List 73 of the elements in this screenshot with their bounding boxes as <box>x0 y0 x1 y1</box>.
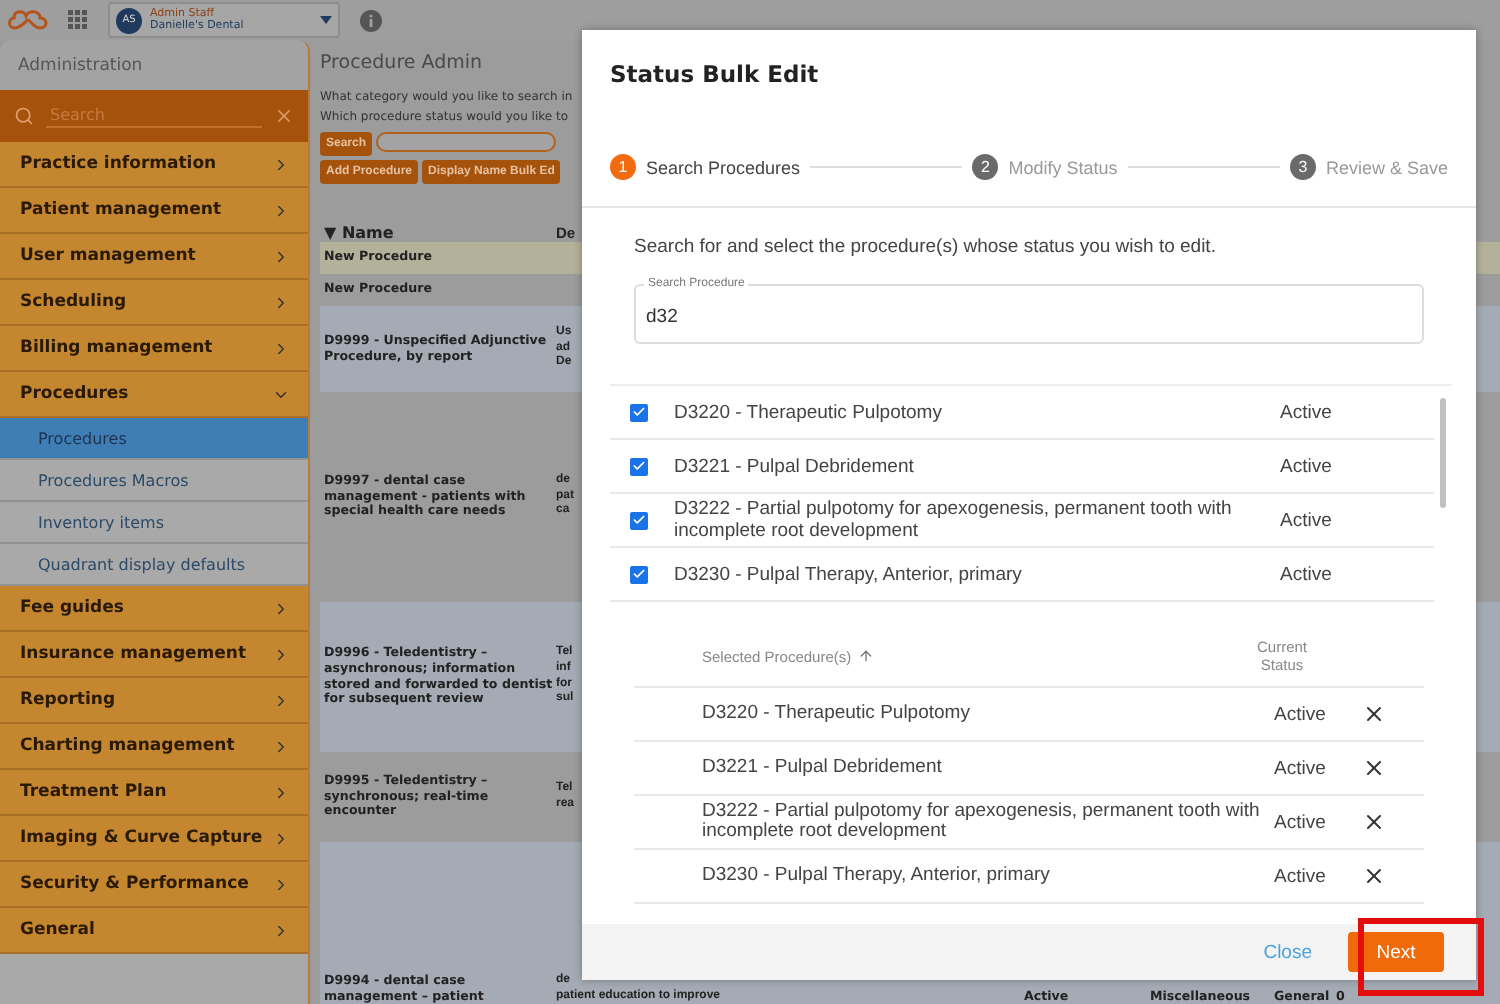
chevron-right-icon <box>272 691 290 709</box>
chevron-right-icon <box>272 875 290 893</box>
result-label: D3220 - Therapeutic Pulpotomy <box>674 401 944 423</box>
info-icon[interactable] <box>360 9 382 31</box>
search-input[interactable]: d32 <box>646 304 766 328</box>
app-grid-icon[interactable] <box>68 10 88 30</box>
nav-item[interactable]: Fee guides <box>0 586 308 632</box>
logo-icon <box>8 8 48 32</box>
next-button[interactable]: Next <box>1348 932 1444 972</box>
caret-icon <box>320 16 332 24</box>
arrow-up-icon <box>857 648 874 664</box>
nav-item[interactable]: Imaging & Curve Capture <box>0 816 308 862</box>
selected-procedure: D3221 - Pulpal Debridement <box>702 758 944 778</box>
checkbox[interactable] <box>630 457 648 475</box>
scrollbar-thumb <box>1440 398 1446 508</box>
status-text: Active <box>1274 757 1328 779</box>
nav-item[interactable]: Patient management <box>0 188 308 234</box>
step-number: 1 <box>610 154 636 180</box>
nav-item[interactable]: Procedures <box>0 372 308 418</box>
chevron-right-icon <box>272 783 290 801</box>
instructions-text: Search for and select the procedure(s) whose status you wish to edit. <box>634 236 1218 258</box>
selected-procedure: D3220 - Therapeutic Pulpotomy <box>702 704 972 724</box>
status-text: Active <box>1280 401 1332 423</box>
result-label: D3230 - Pulpal Therapy, Anterior, primary <box>674 563 1024 585</box>
nav-item[interactable]: Billing management <box>0 326 308 372</box>
nav-item[interactable]: Treatment Plan <box>0 770 308 816</box>
nav-item[interactable]: Insurance management <box>0 632 308 678</box>
close-icon[interactable] <box>1362 810 1386 834</box>
status-text: Active <box>1280 563 1332 585</box>
close-icon[interactable] <box>1362 864 1386 888</box>
status-text: Active <box>1274 865 1328 887</box>
nav-item[interactable]: Charting management <box>0 724 308 770</box>
nav-item[interactable]: Practice information <box>0 142 308 188</box>
selected-procedure: D3222 - Partial pulpotomy for apexogenesis, permanent tooth with incomplete root development <box>702 802 1262 842</box>
chevron-right-icon <box>272 645 290 663</box>
page-title: Procedure Admin <box>320 52 483 74</box>
nav-item[interactable]: Security & Performance <box>0 862 308 908</box>
step-number: 2 <box>972 154 999 180</box>
nav-item[interactable]: General <box>0 908 308 954</box>
chevron-right-icon <box>272 201 290 219</box>
status-text: Active <box>1274 811 1328 833</box>
step-label: Review & Save <box>1325 157 1449 177</box>
step-number: 3 <box>1289 154 1316 180</box>
status-text: Active <box>1280 455 1332 477</box>
selected-procedure: D3230 - Pulpal Therapy, Anterior, primary <box>702 866 1052 886</box>
chevron-right-icon <box>272 293 290 311</box>
chevron-right-icon <box>272 829 290 847</box>
step-label: Modify Status <box>1008 157 1118 177</box>
chevron-right-icon <box>272 921 290 939</box>
nav-subitem[interactable]: Procedures <box>0 418 308 460</box>
checkbox[interactable] <box>630 403 648 421</box>
chevron-right-icon <box>272 599 290 617</box>
chevron-right-icon <box>272 737 290 755</box>
chevron-right-icon <box>272 339 290 357</box>
status-text: Active <box>1280 509 1332 531</box>
result-label: D3221 - Pulpal Debridement <box>674 455 916 477</box>
chevron-right-icon <box>272 247 290 265</box>
checkbox[interactable] <box>630 565 648 583</box>
chevron-right-icon <box>272 155 290 173</box>
result-label: D3222 - Partial pulpotomy for apexogenesis, permanent tooth with incomplete root development <box>674 498 1234 542</box>
sidebar-title: Administration <box>0 40 308 90</box>
close-icon[interactable] <box>1362 702 1386 726</box>
nav-item[interactable]: User management <box>0 234 308 280</box>
dialog-title: Status Bulk Edit <box>610 60 819 88</box>
checkbox[interactable] <box>630 511 648 529</box>
status-text: Active <box>1274 703 1328 725</box>
column-header[interactable]: ▼ Name <box>320 225 556 241</box>
step-label: Search Procedures <box>646 157 801 177</box>
nav-item[interactable]: Scheduling <box>0 280 308 326</box>
search-field[interactable] <box>376 132 557 152</box>
nav-item[interactable]: Reporting <box>0 678 308 724</box>
search-icon <box>14 106 34 126</box>
close-icon[interactable] <box>1362 756 1386 780</box>
